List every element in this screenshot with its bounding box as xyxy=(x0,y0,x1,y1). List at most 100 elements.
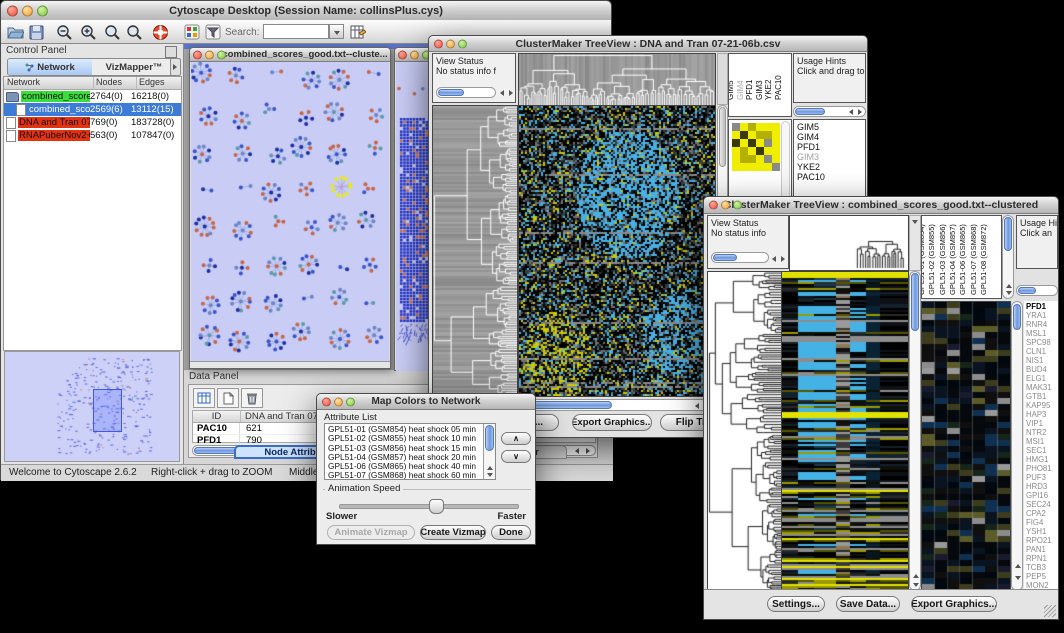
gene-label[interactable]: FIG4 xyxy=(1026,518,1052,527)
col-network[interactable]: Network xyxy=(4,77,94,89)
column-label[interactable]: GIM5 xyxy=(728,80,735,100)
column-label[interactable]: YKE2 xyxy=(764,80,773,100)
tv1-column-dendrogram[interactable] xyxy=(518,53,716,106)
gene-label[interactable]: PUF3 xyxy=(1026,473,1052,482)
open-folder-icon[interactable] xyxy=(6,23,24,41)
attribute-select-icon[interactable] xyxy=(193,388,215,408)
vizmap-icon[interactable] xyxy=(183,23,201,41)
scroll-left-icon[interactable] xyxy=(500,90,504,96)
zoom-out-icon[interactable] xyxy=(55,23,73,41)
gene-label[interactable]: GIM4 xyxy=(797,132,825,142)
zoom-button[interactable] xyxy=(458,39,467,48)
column-label[interactable]: GPL51-07 (GSM868) xyxy=(969,224,978,295)
attribute-list-vscrollbar[interactable] xyxy=(483,424,495,479)
slider-thumb[interactable] xyxy=(429,499,444,514)
column-label[interactable]: GPL51-04 (GSM857) xyxy=(948,224,957,295)
tv2-status-hscrollbar[interactable] xyxy=(711,252,769,263)
zoom-button[interactable] xyxy=(733,201,742,210)
zoom-selected-icon[interactable] xyxy=(125,23,143,41)
network-overview-canvas[interactable] xyxy=(5,352,179,461)
gene-label[interactable]: HAP3 xyxy=(1026,410,1052,419)
filter-icon[interactable] xyxy=(204,23,222,41)
zoom-button[interactable] xyxy=(217,50,226,59)
tv2-labels-vscrollbar[interactable] xyxy=(1002,215,1014,299)
tv1-column-labels-panel[interactable]: GIM5GIM4PFD1GIM3YKE2PAC10 xyxy=(728,53,792,117)
gene-label[interactable]: CLN1 xyxy=(1026,347,1052,356)
gene-label[interactable]: PFD1 xyxy=(797,142,825,152)
minimize-button[interactable] xyxy=(334,397,343,406)
network-canvas[interactable] xyxy=(191,62,389,361)
move-up-button[interactable]: ∧ xyxy=(501,432,531,445)
overview-viewport-rect[interactable] xyxy=(93,389,122,432)
gene-label[interactable]: ELG1 xyxy=(1026,374,1052,383)
zoom-button[interactable] xyxy=(346,397,355,406)
resize-grip[interactable] xyxy=(1044,605,1056,617)
gene-label[interactable]: SPC98 xyxy=(1026,338,1052,347)
tv1-status-hscrollbar[interactable] xyxy=(436,87,496,98)
gene-label[interactable]: RPN1 xyxy=(1026,554,1052,563)
scroll-down-icon[interactable] xyxy=(1006,291,1012,295)
network-view-titlebar[interactable]: combined_scores_good.txt--cluste... xyxy=(190,48,390,62)
search-dropdown-button[interactable] xyxy=(329,24,344,39)
new-attribute-icon[interactable] xyxy=(217,388,239,408)
gene-label[interactable]: PAC10 xyxy=(797,172,825,182)
gene-label[interactable]: GIM5 xyxy=(797,122,825,132)
gene-label[interactable]: SEC1 xyxy=(1026,446,1052,455)
scroll-right-icon[interactable] xyxy=(858,109,862,115)
tv2-zoom-heatmap[interactable] xyxy=(921,301,1011,591)
column-label[interactable]: GPL51-02 (GSM855) xyxy=(927,224,936,295)
scroll-down-icon[interactable] xyxy=(487,473,493,477)
gene-label[interactable]: RNR4 xyxy=(1026,320,1052,329)
animate-vizmap-button[interactable]: Animate Vizmap xyxy=(327,525,415,540)
gene-label[interactable]: YSH1 xyxy=(1026,527,1052,536)
attribute-table-icon[interactable] xyxy=(349,23,367,41)
minimize-button[interactable] xyxy=(22,5,33,16)
gene-label[interactable]: GIM3 xyxy=(797,152,825,162)
gene-label[interactable]: GTB1 xyxy=(1026,392,1052,401)
treeview1-titlebar[interactable]: ClusterMaker TreeView : DNA and Tran 07-… xyxy=(429,36,867,52)
done-button[interactable]: Done xyxy=(491,525,531,540)
gene-label[interactable]: KAP95 xyxy=(1026,401,1052,410)
scroll-right-icon[interactable] xyxy=(586,448,590,454)
tv2-settings-button[interactable]: Settings... xyxy=(767,596,825,612)
network-row[interactable]: DNA and Tran 07769(0)183728(0) xyxy=(4,116,181,129)
scroll-down-icon[interactable] xyxy=(913,583,919,587)
gene-label[interactable]: YRA1 xyxy=(1026,311,1052,320)
gene-label[interactable]: RPO21 xyxy=(1026,536,1052,545)
gene-label[interactable]: PAN1 xyxy=(1026,545,1052,554)
scroll-up-icon[interactable] xyxy=(487,466,493,470)
tab-network[interactable]: Network xyxy=(8,59,92,75)
close-button[interactable] xyxy=(7,5,18,16)
search-input[interactable] xyxy=(263,24,329,39)
move-down-button[interactable]: ∨ xyxy=(501,450,531,463)
gene-label[interactable]: YKE2 xyxy=(797,162,825,172)
scroll-up-icon[interactable] xyxy=(1015,564,1021,568)
create-vizmap-button[interactable]: Create Vizmap xyxy=(420,525,486,540)
tv2-heatmap-vscrollbar[interactable] xyxy=(909,271,921,591)
help-lifebuoy-icon[interactable] xyxy=(151,23,169,41)
column-label[interactable]: PFD1 xyxy=(745,80,754,100)
scroll-up-icon[interactable] xyxy=(1006,284,1012,288)
tab-overflow-button[interactable] xyxy=(170,58,181,76)
tv1-row-dendrogram[interactable] xyxy=(432,105,518,397)
column-label[interactable]: GIM3 xyxy=(755,80,764,100)
gene-label[interactable]: NIS1 xyxy=(1026,356,1052,365)
tv2-zoom-vscrollbar[interactable] xyxy=(1011,301,1023,591)
zoom-button[interactable] xyxy=(37,5,48,16)
tv1-export-graphics-button[interactable]: Export Graphics... xyxy=(572,414,652,431)
zoom-fit-icon[interactable] xyxy=(103,23,121,41)
column-label[interactable]: GPL51-06 (GSM865) xyxy=(958,224,967,295)
gene-label[interactable]: SEC24 xyxy=(1026,500,1052,509)
gene-label[interactable]: HRD3 xyxy=(1026,482,1052,491)
network-row[interactable]: combined_scores2764(0)16218(0) xyxy=(4,90,181,103)
cytoscape-titlebar[interactable]: Cytoscape Desktop (Session Name: collins… xyxy=(1,1,611,21)
column-label[interactable]: GPL51-08 (GSM872) xyxy=(979,224,988,295)
tv2-row-dendrogram[interactable] xyxy=(707,271,783,591)
save-icon[interactable] xyxy=(27,23,45,41)
attribute-list[interactable]: GPL51-01 (GSM854) heat shock 05 minGPL51… xyxy=(324,423,496,480)
scroll-right-icon[interactable] xyxy=(781,256,785,262)
scroll-left-icon[interactable] xyxy=(695,403,699,409)
column-label[interactable]: GPL51-01 (GSM854) xyxy=(921,224,926,295)
gene-label[interactable]: MSL1 xyxy=(1026,329,1052,338)
tv2-heatmap[interactable] xyxy=(781,271,909,591)
